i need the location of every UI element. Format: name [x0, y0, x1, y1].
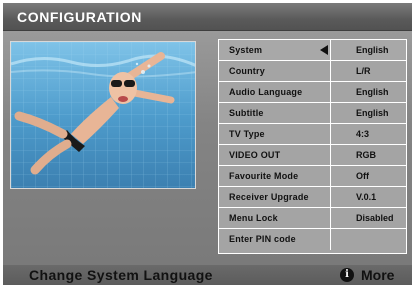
menu-row-label: System — [229, 45, 263, 55]
menu-row-label: Menu Lock — [229, 213, 278, 223]
menu-row-value: English — [356, 87, 389, 97]
menu-row-label: Favourite Mode — [229, 171, 299, 181]
title-bar: CONFIGURATION — [3, 3, 412, 31]
menu-row-value: English — [356, 108, 389, 118]
menu-row-system[interactable]: System English — [219, 40, 406, 61]
menu-row-receiver-upgrade[interactable]: Receiver Upgrade V.0.1 — [219, 187, 406, 208]
menu-row-label: Receiver Upgrade — [229, 192, 309, 202]
menu-row-tv-type[interactable]: TV Type 4:3 — [219, 124, 406, 145]
menu-row-value: RGB — [356, 150, 376, 160]
selector-arrow-icon — [320, 45, 328, 55]
menu-row-value: Off — [356, 171, 369, 181]
menu-row-value: English — [356, 45, 389, 55]
menu-row-label: Audio Language — [229, 87, 303, 97]
video-preview — [10, 41, 196, 189]
menu-row-value — [331, 229, 406, 249]
menu-row-label: Country — [229, 66, 265, 76]
more-button[interactable]: More — [361, 267, 394, 283]
menu-row-enter-pin[interactable]: Enter PIN code — [219, 229, 406, 250]
menu-row-menu-lock[interactable]: Menu Lock Disabled — [219, 208, 406, 229]
status-hint: Change System Language — [29, 267, 213, 283]
menu-row-label: Subtitle — [229, 108, 264, 118]
swimmer-preview-image — [11, 42, 195, 188]
menu-row-subtitle[interactable]: Subtitle English — [219, 103, 406, 124]
menu-row-value: V.0.1 — [356, 192, 377, 202]
menu-row-label: Enter PIN code — [229, 234, 296, 244]
menu-row-value: L/R — [356, 66, 371, 76]
settings-menu: System English Country L/R Audio Languag… — [218, 39, 407, 254]
menu-row-value: Disabled — [356, 213, 394, 223]
menu-row-favourite-mode[interactable]: Favourite Mode Off — [219, 166, 406, 187]
menu-row-country[interactable]: Country L/R — [219, 61, 406, 82]
menu-row-audio-language[interactable]: Audio Language English — [219, 82, 406, 103]
page-title: CONFIGURATION — [17, 9, 142, 25]
menu-row-label: VIDEO OUT — [229, 150, 281, 160]
status-bar: Change System Language i More — [3, 265, 412, 285]
menu-row-value: 4:3 — [356, 129, 370, 139]
menu-row-video-out[interactable]: VIDEO OUT RGB — [219, 145, 406, 166]
info-icon[interactable]: i — [340, 268, 354, 282]
menu-row-label: TV Type — [229, 129, 265, 139]
main-panel: System English Country L/R Audio Languag… — [3, 31, 412, 265]
